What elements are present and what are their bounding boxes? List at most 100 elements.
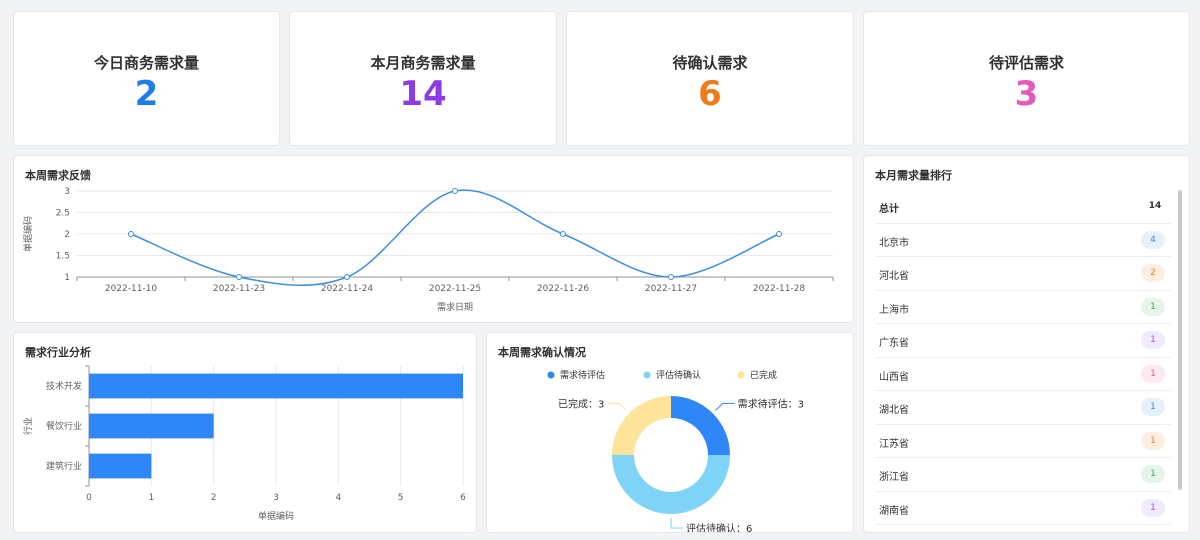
- count-badge: 2: [1141, 264, 1165, 282]
- label-leader: [715, 402, 735, 411]
- stat-card-month: 本月商务需求量 14: [289, 11, 557, 146]
- x-tick-label: 3: [273, 493, 279, 503]
- region-name: 江苏省: [879, 438, 909, 450]
- legend-marker: [547, 371, 555, 379]
- region-name: 上海市: [879, 304, 909, 316]
- x-tick-label: 0: [86, 493, 92, 503]
- y-tick-label: 2: [64, 230, 70, 240]
- x-tick-label: 1: [148, 493, 154, 503]
- confirm-panel: 本周需求确认情况 需求待评估 评估待确认 已完成 需求待评估：3 评估待确认：6 已完成：…: [486, 332, 854, 533]
- count-badge: 1: [1141, 498, 1165, 517]
- legend-label: 已完成: [750, 369, 777, 381]
- ranking-row: 湖北省 1: [876, 391, 1171, 425]
- x-tick-label: 2022-11-27: [645, 284, 697, 294]
- panel-title: 本月需求量排行: [875, 169, 952, 182]
- stat-card-today: 今日商务需求量 2: [13, 11, 280, 146]
- data-point: [668, 274, 674, 280]
- label-leader: [607, 402, 627, 411]
- x-tick-label: 2022-11-25: [429, 284, 481, 294]
- legend-label: 评估待确认: [656, 369, 701, 381]
- industry-panel: 需求行业分析 0 1 2 3 4 5 6 技术开发 餐饮行业 建筑行业 单据编码 行业: [13, 332, 477, 533]
- y-axis-title: 行业: [22, 417, 34, 435]
- ranking-row: 湖南省 1: [876, 492, 1171, 525]
- region-name: 浙江省: [879, 472, 909, 483]
- legend-marker: [737, 371, 745, 379]
- data-point: [128, 231, 134, 237]
- slice-label: 需求待评估：3: [738, 397, 804, 410]
- data-point: [344, 274, 350, 280]
- label-leader: [670, 518, 683, 529]
- region-name: 河北省: [879, 271, 909, 282]
- x-tick-label: 2022-11-26: [537, 284, 590, 294]
- x-tick-label: 2022-11-28: [753, 284, 806, 294]
- ranking-row: 浙江省 1: [876, 458, 1171, 492]
- stat-label: 待评估需求: [988, 54, 1064, 72]
- category-label: 技术开发: [46, 380, 82, 392]
- stat-value: 6: [698, 74, 722, 114]
- count-badge: 1: [1141, 431, 1165, 450]
- slice-label: 已完成：3: [558, 397, 604, 410]
- x-tick-label: 2: [211, 493, 217, 503]
- region-name: 湖南省: [879, 505, 909, 517]
- x-tick-label: 5: [398, 493, 404, 503]
- y-axis-title: 单据编码: [22, 216, 34, 252]
- region-name: 北京市: [879, 237, 909, 249]
- x-tick-label: 2022-11-24: [321, 284, 374, 294]
- ranking-total-value: 14: [1148, 201, 1162, 211]
- stat-value: 14: [399, 74, 447, 114]
- legend-label: 需求待评估: [560, 369, 605, 381]
- region-name: 湖北省: [879, 405, 909, 416]
- data-point: [452, 188, 458, 194]
- region-name: 广东省: [879, 338, 909, 349]
- count-badge: 4: [1141, 230, 1165, 249]
- bar: [89, 413, 214, 439]
- stat-value: 3: [1014, 74, 1039, 114]
- bar: [89, 453, 152, 479]
- stat-label: 待确认需求: [672, 54, 748, 72]
- y-tick-label: 2.5: [56, 209, 70, 219]
- donut-chart: 需求待评估 评估待确认 已完成需求待评估：3 评估待确认：6 已完成：3: [547, 369, 804, 532]
- stat-card-pending-confirm: 待确认需求 6: [566, 11, 854, 146]
- count-badge: 1: [1141, 331, 1165, 349]
- count-badge: 1: [1141, 364, 1165, 383]
- x-tick-label: 2022-11-23: [213, 284, 265, 294]
- ranking-panel: 本月需求量排行 总计 14 北京市 4 河北省 2 上海市 1 广东省 1 山西省 1 湖北省 1 江苏…: [863, 155, 1190, 533]
- category-label: 餐饮行业: [46, 420, 82, 432]
- series-line: [130, 189, 780, 286]
- count-badge: 1: [1141, 297, 1165, 316]
- ranking-total-label: 总计: [879, 204, 899, 215]
- ranking-row: 江苏省 1: [876, 425, 1171, 458]
- ranking-row: 广东省 1: [876, 324, 1171, 358]
- stat-label: 今日商务需求量: [93, 54, 199, 72]
- data-point: [776, 231, 782, 237]
- ranking-row: 山西省 1: [876, 358, 1171, 391]
- ranking-row: 上海市 1: [876, 291, 1171, 324]
- bar-chart: 0 1 2 3 4 5 6 技术开发餐饮行业建筑行业单据编码 行业: [22, 365, 466, 522]
- ranking-row: 北京市 4: [876, 224, 1171, 257]
- stat-label: 本月商务需求量: [370, 54, 476, 72]
- count-badge: 1: [1141, 398, 1165, 416]
- x-tick-label: 4: [335, 493, 341, 503]
- ranking-row: 河北省 2: [876, 257, 1171, 291]
- stat-value: 2: [134, 74, 159, 114]
- weekly-feedback-panel: 本周需求反馈 1 1.5 2 2.5 3 2022-11-10 2022-11-23 2022…: [13, 155, 854, 323]
- category-label: 建筑行业: [46, 460, 82, 472]
- x-axis-title: 单据编码: [258, 510, 294, 522]
- ranking-total-row: 总计 14: [876, 190, 1171, 224]
- region-name: 山西省: [879, 371, 909, 383]
- y-tick-label: 1: [64, 273, 70, 283]
- legend-marker: [643, 371, 651, 379]
- count-badge: 1: [1141, 465, 1165, 483]
- line-chart: 1 1.5 2 2.5 3 2022-11-10 2022-11-23 2022-11-24 2…: [22, 187, 834, 313]
- scrollbar[interactable]: [1178, 190, 1182, 490]
- data-point: [560, 231, 566, 237]
- ranking-list: 总计 14 北京市 4 河北省 2 上海市 1 广东省 1 山西省 1 湖北省 1 江苏省 1 浙江省 1 湖南…: [876, 190, 1171, 525]
- data-point: [236, 274, 242, 280]
- x-axis-title: 需求日期: [437, 301, 473, 313]
- y-tick-label: 1.5: [56, 252, 70, 262]
- bar: [89, 373, 463, 399]
- slice-label: 评估待确认：6: [686, 522, 752, 532]
- y-tick-label: 3: [64, 187, 70, 197]
- stat-card-pending-evaluate: 待评估需求 3: [863, 11, 1190, 146]
- pie-slice: [612, 455, 730, 514]
